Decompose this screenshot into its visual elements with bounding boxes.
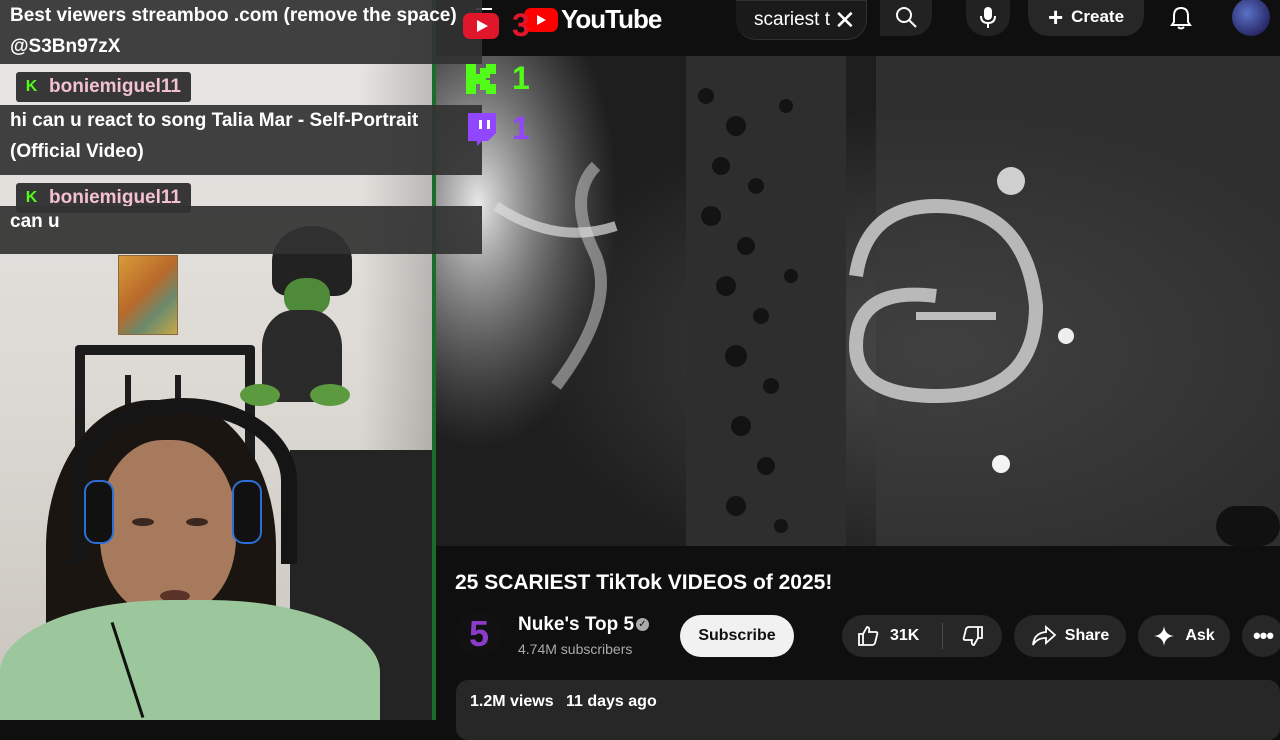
youtube-viewer-counter: 3	[462, 7, 530, 44]
share-label: Share	[1064, 627, 1110, 644]
streamer-eye	[132, 518, 154, 526]
headset-earcup	[232, 480, 262, 544]
youtube-logo[interactable]: YouTube	[524, 4, 662, 35]
like-button[interactable]: 31K	[842, 615, 942, 657]
create-label: Create	[1071, 7, 1125, 26]
streamer-eye	[186, 518, 208, 526]
ask-button[interactable]: Ask	[1138, 615, 1230, 657]
create-button[interactable]: + Create	[1028, 0, 1144, 36]
plush-toy-leg	[310, 384, 350, 406]
twitch-viewer-counter: 1	[462, 110, 530, 147]
channel-logo-text: 5	[468, 613, 490, 654]
dislike-button[interactable]	[943, 615, 1002, 657]
video-frame	[436, 56, 1280, 546]
search-input[interactable]: scariest t	[754, 9, 830, 31]
chat-message: can u	[0, 206, 482, 254]
twitch-viewer-count: 1	[512, 110, 530, 146]
verified-icon: ✓	[636, 618, 649, 631]
kick-viewer-counter: 1	[462, 60, 530, 97]
notifications-button[interactable]	[1162, 0, 1200, 36]
ask-label: Ask	[1185, 627, 1215, 644]
subscribe-button[interactable]: Subscribe	[680, 615, 794, 657]
view-count: 1.2M views	[470, 693, 554, 710]
thumbs-down-icon	[962, 626, 983, 646]
kick-icon: K	[25, 78, 38, 95]
thumbs-up-icon	[858, 626, 879, 646]
wall-painting	[118, 255, 178, 335]
streamer-shirt	[0, 600, 380, 720]
more-actions-button[interactable]: •••	[1242, 615, 1280, 657]
channel-name[interactable]: Nuke's Top 5	[518, 614, 634, 636]
headset-earcup	[84, 480, 114, 544]
share-icon	[1031, 625, 1057, 646]
search-button[interactable]	[880, 0, 932, 36]
kick-icon	[462, 61, 500, 97]
sparkle-icon	[1154, 626, 1175, 646]
chat-username: K boniemiguel11	[16, 72, 191, 102]
search-icon	[896, 7, 917, 28]
close-icon[interactable]: ✕	[834, 7, 856, 33]
youtube-viewer-count: 3	[512, 7, 530, 43]
donation-message: Best viewers streamboo .com (remove the …	[0, 0, 482, 64]
subscriber-count: 4.74M subscribers	[518, 641, 633, 657]
like-count: 31K	[890, 627, 920, 644]
video-player[interactable]	[436, 56, 1280, 546]
like-dislike-group: 31K	[842, 615, 1002, 657]
plush-toy-leg	[240, 384, 280, 406]
kick-icon: K	[25, 189, 38, 206]
upload-date: 11 days ago	[566, 693, 657, 710]
video-title: 25 SCARIEST TikTok VIDEOS of 2025!	[455, 571, 833, 594]
youtube-icon	[462, 8, 500, 44]
mic-icon	[980, 7, 996, 28]
share-button[interactable]: Share	[1014, 615, 1126, 657]
channel-avatar[interactable]: 5	[456, 611, 502, 657]
streamer-face	[100, 440, 236, 615]
bell-icon	[1170, 6, 1192, 30]
youtube-wordmark: YouTube	[561, 4, 662, 34]
plus-icon: +	[1047, 2, 1064, 32]
twitch-icon	[462, 111, 500, 147]
kick-viewer-count: 1	[512, 60, 530, 96]
search-box[interactable]: scariest t ✕	[736, 0, 867, 40]
voice-search-button[interactable]	[966, 0, 1010, 36]
chat-message: hi can u react to song Talia Mar - Self-…	[0, 105, 482, 175]
chat-username-text: boniemiguel11	[49, 76, 181, 97]
